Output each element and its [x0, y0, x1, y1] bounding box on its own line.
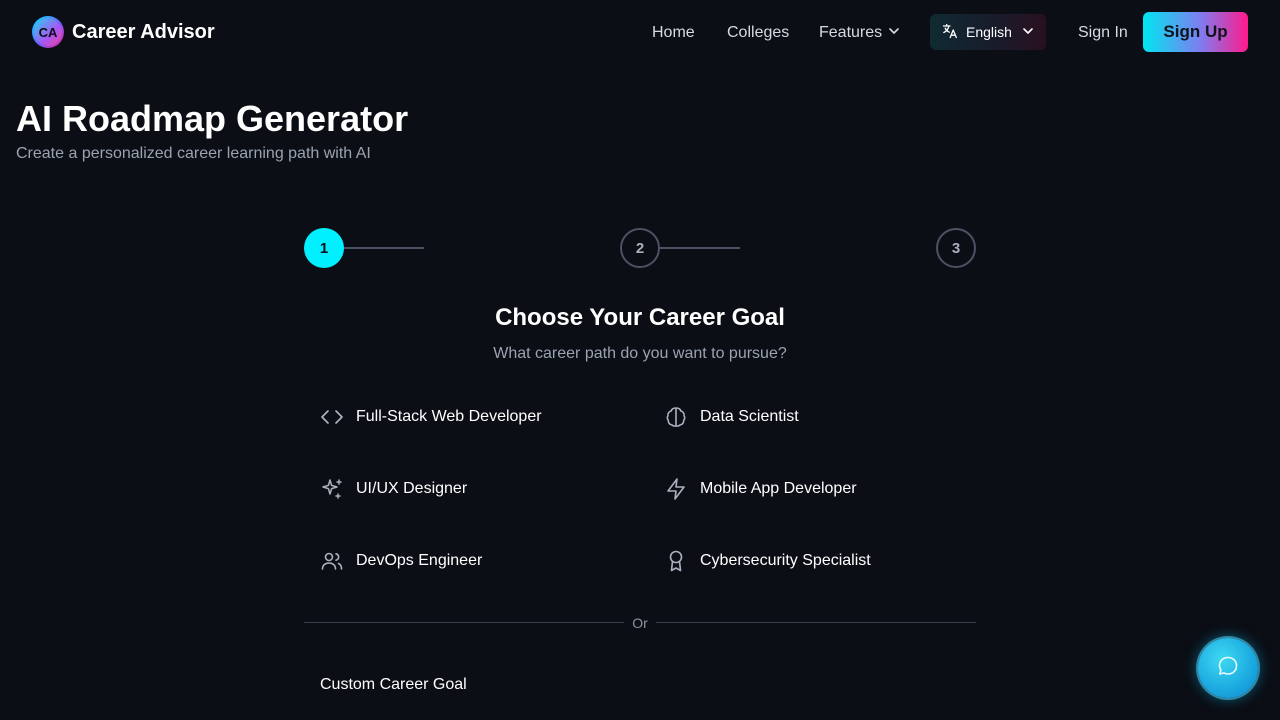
career-option-label: DevOps Engineer — [356, 552, 483, 569]
career-option-label: Full-Stack Web Developer — [356, 408, 542, 425]
logo-badge: CA — [32, 16, 64, 48]
career-option-uiux[interactable]: UI/UX Designer — [320, 469, 640, 509]
chevron-down-icon — [1022, 24, 1034, 40]
sparkles-icon — [320, 477, 344, 501]
career-option-label: UI/UX Designer — [356, 480, 468, 497]
career-option-fullstack[interactable]: Full-Stack Web Developer — [320, 397, 640, 437]
translate-icon — [942, 23, 958, 42]
career-option-cybersecurity[interactable]: Cybersecurity Specialist — [664, 541, 984, 581]
chat-button[interactable] — [1198, 638, 1258, 698]
step-indicator-2: 2 — [620, 228, 660, 268]
career-option-label: Data Scientist — [700, 408, 799, 425]
page: CA Career Advisor Home Colleges Features… — [0, 0, 1280, 720]
sign-up-button[interactable]: Sign Up — [1143, 12, 1248, 52]
nav-features-dropdown[interactable]: Features — [819, 24, 900, 42]
lightning-icon — [664, 477, 688, 501]
career-option-label: Mobile App Developer — [700, 480, 857, 497]
step-connector — [344, 247, 424, 249]
divider-line — [656, 622, 976, 623]
chat-icon — [1216, 654, 1240, 683]
language-selector[interactable]: English — [930, 14, 1046, 50]
code-icon — [320, 405, 344, 429]
nav-features-label: Features — [819, 24, 883, 41]
page-subtitle: Create a personalized career learning pa… — [16, 145, 371, 162]
section-subtitle: What career path do you want to pursue? — [493, 345, 787, 362]
nav-colleges-link[interactable]: Colleges — [727, 24, 789, 42]
logo-initials: CA — [34, 18, 62, 46]
divider-line — [304, 622, 624, 623]
step-indicator-1: 1 — [304, 228, 344, 268]
custom-career-goal-label: Custom Career Goal — [320, 676, 467, 693]
page-title: AI Roadmap Generator — [16, 98, 409, 139]
divider-or-text: Or — [632, 615, 648, 631]
step-indicator-3: 3 — [936, 228, 976, 268]
award-icon — [664, 549, 688, 573]
nav-home-link[interactable]: Home — [652, 24, 695, 42]
language-label: English — [966, 24, 1012, 40]
section-title: Choose Your Career Goal — [495, 304, 785, 331]
career-option-mobile[interactable]: Mobile App Developer — [664, 469, 984, 509]
sign-in-link[interactable]: Sign In — [1078, 24, 1128, 42]
career-option-devops[interactable]: DevOps Engineer — [320, 541, 640, 581]
career-option-label: Cybersecurity Specialist — [700, 552, 871, 569]
users-icon — [320, 549, 344, 573]
brand-logo[interactable]: CA Career Advisor — [32, 16, 215, 48]
career-option-data-scientist[interactable]: Data Scientist — [664, 397, 984, 437]
brain-icon — [664, 405, 688, 429]
step-connector — [660, 247, 740, 249]
chevron-down-icon — [888, 24, 900, 42]
brand-name: Career Advisor — [72, 20, 215, 43]
